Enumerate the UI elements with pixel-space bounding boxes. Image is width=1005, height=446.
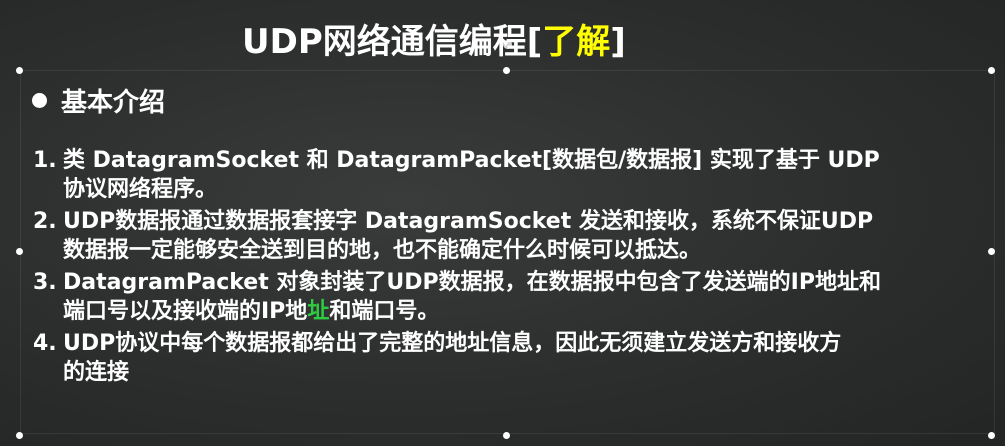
text-cursor-highlight: 址 [307,299,330,324]
resize-handle[interactable] [988,248,995,255]
resize-handle[interactable] [16,67,23,74]
list-item: 2. UDP数据报通过数据报套接字 DatagramSocket 发送和接收，系… [33,209,874,263]
list-item: 1. 类 DatagramSocket 和 DatagramPacket[数据包… [33,148,880,202]
list-item: 4. UDP协议中每个数据报都给出了完整的地址信息，因此无须建立发送方和接收方 … [33,331,842,385]
resize-handle[interactable] [503,432,510,439]
content-list: 1. 类 DatagramSocket 和 DatagramPacket[数据包… [33,146,973,390]
resize-handle[interactable] [988,432,995,439]
bullet-icon [32,93,47,108]
resize-handle[interactable] [988,67,995,74]
resize-handle[interactable] [16,432,23,439]
resize-handle[interactable] [503,67,510,74]
slide-canvas: UDP网络通信编程[了解] 基本介绍 1. 类 DatagramSocket 和… [0,0,1005,446]
list-item: 3. DatagramPacket 对象封装了UDP数据报，在数据报中包含了发送… [33,270,881,324]
resize-handle[interactable] [16,248,23,255]
title-highlight: 了解 [542,22,611,62]
slide-title: UDP网络通信编程[了解] [242,22,626,62]
section-heading: 基本介绍 [32,82,165,119]
